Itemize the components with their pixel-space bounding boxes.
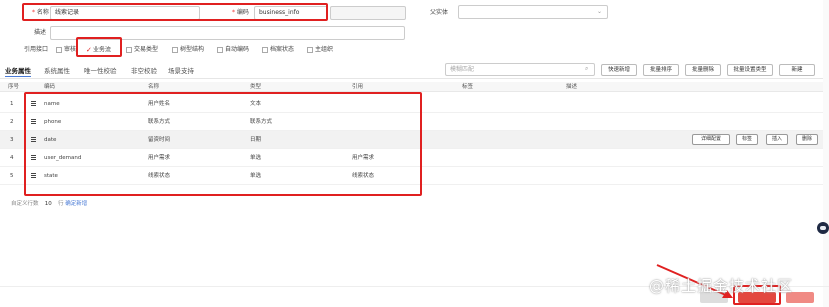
header-tag: 标签 — [462, 84, 474, 90]
custom-rows-footer: 自定义行数 10 行 确定新增 — [11, 199, 87, 207]
header-ref: 引用 — [352, 84, 364, 90]
row-index: 5 — [10, 173, 14, 179]
code-field-extra — [330, 6, 406, 20]
annotation-box-table — [24, 92, 422, 196]
checkbox-icon — [126, 46, 132, 53]
tab-divider — [0, 78, 829, 79]
checkbox-trade-type[interactable]: 交易类型 — [126, 45, 158, 55]
chevron-down-icon[interactable]: ⌄ — [597, 8, 602, 15]
annotation-box-header — [22, 3, 328, 21]
batch-sort-button[interactable]: 批量排序 — [643, 64, 679, 76]
robot-assistant-icon[interactable] — [817, 222, 829, 236]
scrollbar[interactable] — [823, 0, 829, 307]
desc-label: 描述 — [34, 29, 47, 36]
row-index: 3 — [10, 137, 14, 143]
checkbox-archive-status[interactable]: 档案状态 — [262, 45, 294, 55]
tag-button[interactable]: 标签 — [736, 134, 758, 145]
parent-select[interactable] — [458, 5, 608, 19]
tab-scenario[interactable]: 场景支持 — [168, 66, 194, 76]
header-name: 名称 — [148, 84, 160, 90]
annotation-box-checkbox — [76, 37, 122, 57]
row-count-input[interactable]: 10 — [40, 201, 56, 207]
watermark: @稀土掘金技术社区 — [649, 277, 794, 295]
quick-add-button[interactable]: 快速新增 — [601, 64, 637, 76]
rows-unit: 行 — [58, 201, 64, 207]
tab-business-attrs[interactable]: 业务属性 — [5, 66, 31, 77]
header-desc: 描述 — [566, 84, 578, 90]
tab-system-attrs[interactable]: 系统属性 — [44, 66, 70, 76]
checkbox-tree[interactable]: 树型结构 — [172, 45, 204, 55]
checkbox-icon — [262, 46, 268, 53]
delete-button[interactable]: 删除 — [796, 134, 818, 145]
detail-config-button[interactable]: 详细配置 — [692, 134, 730, 145]
row-index: 4 — [10, 155, 14, 161]
header-index: 序号 — [8, 84, 20, 90]
checkbox-autocode[interactable]: 自动编码 — [217, 45, 249, 55]
batch-set-type-button[interactable]: 批量设置类型 — [727, 64, 773, 76]
header-code: 编码 — [44, 84, 56, 90]
search-icon[interactable]: ⌕ — [585, 65, 588, 73]
batch-delete-button[interactable]: 批量删除 — [685, 64, 721, 76]
checkbox-icon — [172, 46, 178, 53]
insert-button[interactable]: 插入 — [766, 134, 788, 145]
row-index: 1 — [10, 101, 14, 107]
tab-nonempty-check[interactable]: 非空校验 — [131, 66, 157, 76]
custom-rows-label: 自定义行数 — [11, 201, 39, 207]
header-type: 类型 — [250, 84, 262, 90]
tab-unique-check[interactable]: 唯一性校验 — [84, 66, 117, 76]
checkbox-icon — [307, 46, 313, 53]
checkbox-main-org[interactable]: 主组织 — [307, 45, 333, 55]
new-button[interactable]: 新建 — [779, 64, 815, 76]
checkbox-audit[interactable]: 审核 — [56, 45, 76, 55]
parent-label: 父实体 — [430, 9, 449, 16]
confirm-add-link[interactable]: 确定新增 — [65, 201, 87, 207]
search-input[interactable]: 模糊匹配 — [445, 63, 595, 76]
row-index: 2 — [10, 119, 14, 125]
checkbox-icon — [56, 46, 62, 53]
checkbox-icon — [217, 46, 223, 53]
table-header: 序号 编码 名称 类型 引用 标签 描述 — [0, 82, 829, 92]
ref-interface-label: 引用接口 — [24, 46, 49, 53]
